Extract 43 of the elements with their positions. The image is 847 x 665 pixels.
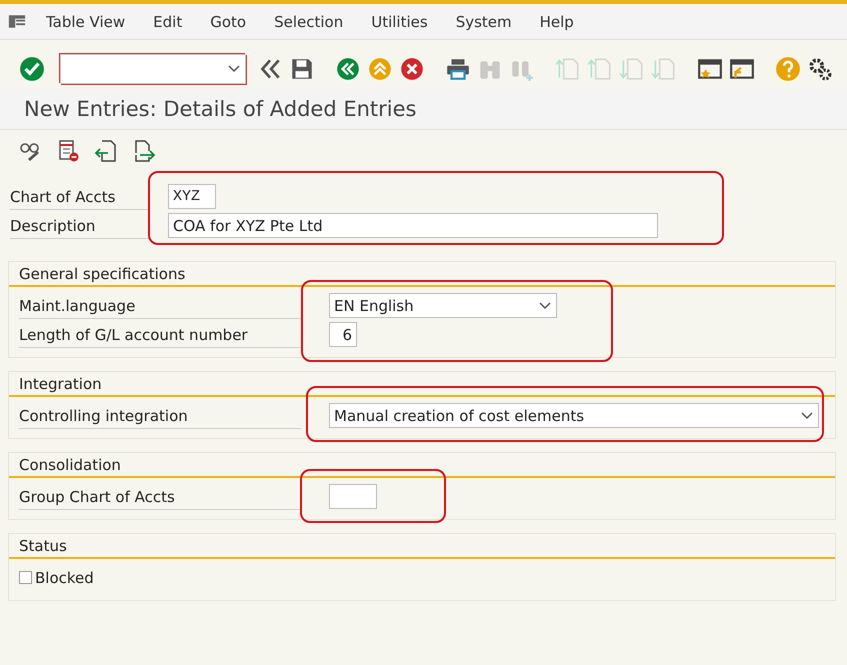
caret-icon	[800, 410, 814, 420]
page-up-icon	[555, 56, 581, 82]
cancel-icon	[399, 56, 425, 82]
help-icon	[775, 56, 801, 82]
group-title: Status	[9, 534, 835, 559]
menu-item[interactable]: Utilities	[357, 6, 442, 36]
toolbar-button[interactable]	[94, 138, 118, 164]
up-chevron-icon	[367, 56, 393, 82]
input-field[interactable]: XYZ	[168, 184, 216, 209]
group-title: Consolidation	[9, 453, 835, 478]
command-field[interactable]	[60, 54, 246, 84]
checkbox-label: Blocked	[35, 568, 94, 586]
field-label: Controlling integration	[19, 402, 301, 428]
checkmark-icon	[19, 56, 45, 82]
enter-button[interactable]	[19, 54, 45, 84]
settings-icon	[807, 56, 833, 82]
field-label: Maint.language	[19, 292, 301, 318]
field-label: Description	[10, 212, 150, 238]
back-icon	[335, 56, 361, 82]
field-label: Chart of Accts	[10, 184, 150, 210]
menu-item[interactable]: Table View	[32, 6, 140, 36]
input-field[interactable]: 6	[329, 322, 357, 347]
page-up-icon	[587, 56, 613, 82]
screen-title: New Entries: Details of Added Entries	[24, 97, 416, 121]
group-title: General specifications	[9, 262, 835, 287]
page-down-icon	[619, 56, 645, 82]
group-title: Integration	[9, 372, 835, 397]
menu-item[interactable]: Selection	[260, 6, 358, 36]
field-label: Group Chart of Accts	[19, 484, 301, 510]
menu-icon[interactable]	[8, 14, 26, 29]
previous-entry-icon	[94, 139, 118, 163]
menu-item[interactable]: Help	[526, 6, 588, 36]
menu-item[interactable]: Goto	[196, 6, 260, 36]
input-field[interactable]	[329, 484, 377, 509]
field-label: Length of G/L account number	[19, 322, 301, 348]
input-field[interactable]: COA for XYZ Pte Ltd	[168, 213, 658, 238]
page-down-icon	[651, 56, 677, 82]
caret-icon	[538, 300, 552, 310]
menu-item[interactable]: Edit	[139, 6, 196, 36]
checkbox[interactable]	[19, 571, 32, 584]
dropdown-field[interactable]: Manual creation of cost elements	[329, 403, 819, 428]
menu-item[interactable]: System	[442, 6, 526, 36]
dropdown-field[interactable]: EN English	[329, 293, 557, 318]
